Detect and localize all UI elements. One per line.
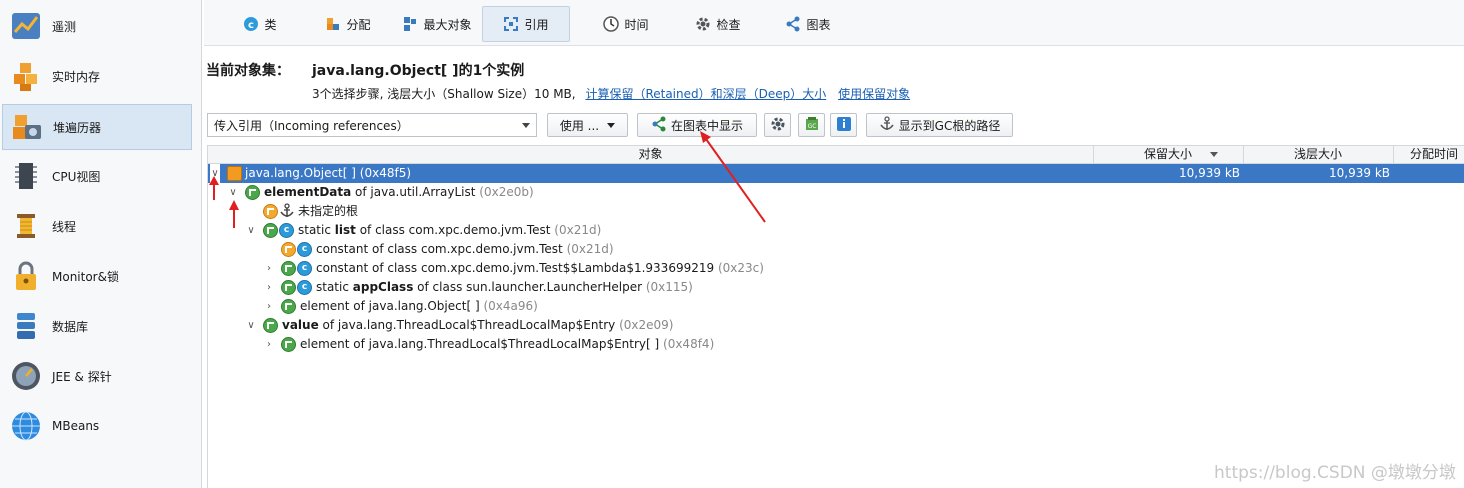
watermark: https://blog.CSDN @墩墩分墩: [1214, 463, 1456, 483]
annotation-arrows: [209, 131, 766, 228]
